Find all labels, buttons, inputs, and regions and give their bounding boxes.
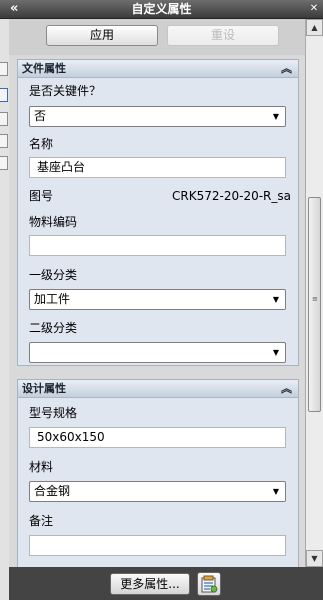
properties-sheet-button[interactable] — [197, 572, 221, 596]
category-1-select[interactable]: 加工件 ▼ — [29, 289, 286, 310]
double-chevron-up-icon[interactable]: ︽ — [281, 60, 292, 77]
scroll-up-arrow-icon[interactable]: ▲ — [306, 19, 323, 36]
category-2-select[interactable]: ▼ — [29, 342, 286, 363]
design-properties-header[interactable]: 设计属性 ︽ — [18, 380, 298, 398]
dropdown-arrow-icon: ▼ — [272, 348, 280, 357]
remark-label: 备注 — [29, 514, 54, 528]
model-spec-field[interactable]: 50x60x150 — [29, 427, 286, 448]
group-title: 文件属性 — [22, 62, 66, 75]
more-properties-button[interactable]: 更多属性... — [110, 573, 190, 595]
double-chevron-up-icon[interactable]: ︽ — [281, 380, 292, 397]
remark-field[interactable] — [29, 535, 286, 556]
properties-sheet-icon — [201, 575, 218, 593]
material-label: 材料 — [29, 460, 54, 474]
material-code-label: 物料编码 — [29, 215, 78, 229]
reset-button[interactable]: 重设 — [167, 25, 279, 46]
properties-panel: 应用 重设 文件属性 ︽ 是否关键件？ 否 ▼ 名称 基座凸台 图号 CRK57… — [9, 19, 305, 579]
model-spec-label: 型号规格 — [29, 406, 78, 420]
side-tab-1[interactable] — [0, 62, 8, 76]
bottom-bar: 更多属性... — [9, 567, 323, 600]
grip-icon: ≡ — [312, 295, 318, 303]
window-title: 自定义属性 — [131, 2, 192, 16]
category-2-label: 二级分类 — [29, 321, 78, 335]
category-1-value: 加工件 — [34, 292, 71, 306]
action-bar: 应用 重设 — [9, 19, 305, 55]
is-key-part-select[interactable]: 否 ▼ — [29, 106, 286, 127]
file-properties-header[interactable]: 文件属性 ︽ — [18, 60, 298, 78]
scrollbar-thumb[interactable]: ≡ — [308, 197, 321, 412]
is-key-part-value: 否 — [34, 109, 47, 123]
side-tab-4[interactable] — [0, 134, 8, 148]
category-1-label: 一级分类 — [29, 268, 78, 282]
name-field[interactable]: 基座凸台 — [29, 157, 286, 178]
group-title: 设计属性 — [22, 382, 66, 395]
drawing-no-value: CRK572-20-20-R_sa — [172, 189, 291, 203]
side-tab-5[interactable] — [0, 156, 8, 170]
close-icon[interactable]: ✕ — [308, 3, 320, 15]
dropdown-arrow-icon: ▼ — [272, 487, 280, 496]
design-properties-group: 设计属性 ︽ 型号规格 50x60x150 材料 合金钢 ▼ 备注 — [17, 379, 299, 579]
material-code-field[interactable] — [29, 235, 286, 256]
apply-button[interactable]: 应用 — [46, 25, 158, 46]
title-bar: « 自定义属性 ✕ — [0, 0, 323, 19]
drawing-no-label: 图号 — [29, 189, 54, 203]
dropdown-arrow-icon: ▼ — [272, 295, 280, 304]
side-tab-3[interactable] — [0, 112, 8, 126]
material-select[interactable]: 合金钢 ▼ — [29, 481, 286, 502]
vertical-scrollbar[interactable]: ▲ ≡ ▼ — [305, 19, 323, 567]
material-value: 合金钢 — [34, 484, 71, 498]
side-tab-2[interactable] — [0, 88, 8, 102]
name-label: 名称 — [29, 137, 54, 151]
scroll-down-arrow-icon[interactable]: ▼ — [306, 550, 323, 567]
is-key-part-label: 是否关键件？ — [29, 84, 102, 98]
dropdown-arrow-icon: ▼ — [272, 112, 280, 121]
file-properties-group: 文件属性 ︽ 是否关键件？ 否 ▼ 名称 基座凸台 图号 CRK572-20-2… — [17, 59, 299, 366]
